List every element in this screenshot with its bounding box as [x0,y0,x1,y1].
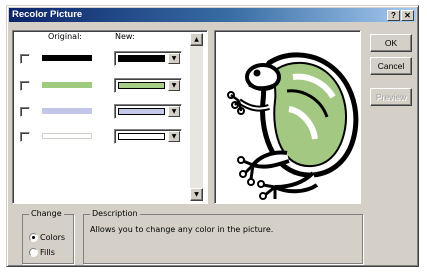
color-row: ▼ [16,129,188,145]
change-legend: Change [29,209,64,218]
dropdown-arrow-icon[interactable]: ▼ [168,80,180,91]
change-group: Change Colors Fills [22,209,74,264]
vertical-scrollbar[interactable]: ▲ ▼ [190,33,203,201]
colors-label: Colors [40,233,66,242]
description-text: Allows you to change any color in the pi… [90,225,274,234]
title-bar[interactable]: Recolor Picture ? ✕ [9,8,416,22]
fills-radio-option[interactable]: Fills [29,248,55,257]
frog-image [227,52,359,200]
colors-radio[interactable] [29,233,38,242]
close-button[interactable]: ✕ [401,10,414,21]
dropdown-arrow-icon[interactable]: ▼ [168,131,180,142]
color-row: ▼ [16,78,188,94]
scroll-up-icon[interactable]: ▲ [190,33,203,46]
original-color-swatch [42,108,92,114]
preview-button[interactable]: Preview [370,88,412,106]
new-color-dropdown[interactable]: ▼ [114,129,182,144]
cancel-button[interactable]: Cancel [370,57,412,75]
row-checkbox[interactable] [20,107,30,117]
fills-radio[interactable] [29,248,38,257]
new-column-header: New: [115,32,135,41]
new-color-swatch [118,82,165,89]
dropdown-arrow-icon[interactable]: ▼ [168,53,180,64]
dialog-title: Recolor Picture [12,9,83,20]
new-color-swatch [118,133,165,140]
new-color-dropdown[interactable]: ▼ [114,51,182,66]
original-color-swatch [42,82,92,88]
new-color-dropdown[interactable]: ▼ [114,104,182,119]
ok-button[interactable]: OK [370,34,412,52]
original-color-swatch [42,55,92,61]
original-column-header: Original: [48,32,82,41]
row-checkbox[interactable] [20,132,30,142]
help-button[interactable]: ? [387,10,400,21]
fills-label: Fills [40,248,55,257]
color-row: ▼ [16,104,188,120]
scroll-down-icon[interactable]: ▼ [190,188,203,201]
dropdown-arrow-icon[interactable]: ▼ [168,106,180,117]
row-checkbox[interactable] [20,81,30,91]
color-row: ▼ [16,51,188,67]
picture-preview [214,30,361,204]
new-color-dropdown[interactable]: ▼ [114,78,182,93]
new-color-swatch [118,108,165,115]
new-color-swatch [118,55,165,62]
colors-radio-option[interactable]: Colors [29,233,65,242]
description-group: Description Allows you to change any col… [83,209,363,264]
original-color-swatch [42,133,92,139]
row-checkbox[interactable] [20,54,30,64]
description-legend: Description [90,209,140,218]
